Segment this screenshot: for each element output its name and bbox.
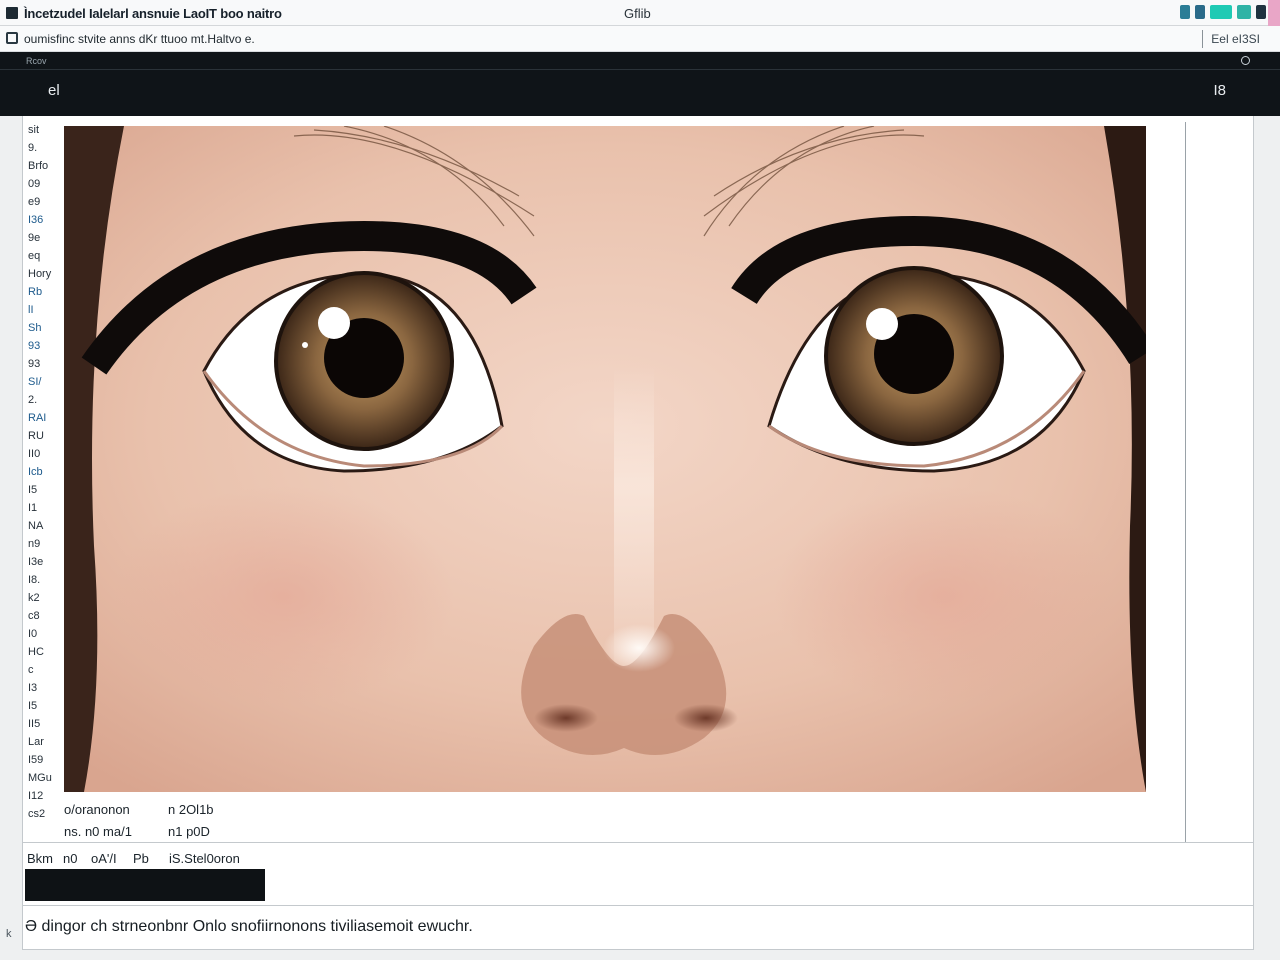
info-row2-right: n1 p0D: [168, 824, 210, 839]
ruler-label: I0: [28, 628, 38, 640]
ruler-label: RU: [28, 430, 44, 442]
primary-action-button[interactable]: [25, 869, 265, 901]
lower-label-2: n0: [63, 851, 78, 866]
right-guide-line: [1185, 122, 1186, 842]
ruler-label: Lar: [28, 736, 44, 748]
ruler-label: sit: [28, 124, 39, 136]
toolbar-divider: [0, 69, 1280, 70]
ruler-label: Hory: [28, 268, 52, 280]
toolbar-right-label[interactable]: I8: [1213, 82, 1226, 99]
share-icon[interactable]: [1210, 5, 1232, 19]
ruler-label: Rb: [28, 286, 43, 298]
window-controls: [1180, 5, 1266, 19]
status-text: Ә dingor ch strneonbnr Onlo snofiirnonon…: [25, 918, 473, 935]
restore-icon[interactable]: [1195, 5, 1205, 19]
edge-accent: [1268, 0, 1280, 26]
ruler-label: I3e: [28, 556, 44, 568]
ruler-label: SI/: [28, 376, 42, 388]
ruler-label: k2: [28, 592, 40, 604]
ruler-label: lI: [28, 304, 34, 316]
ruler-label: I5: [28, 700, 38, 712]
ruler-label: cs2: [28, 808, 46, 820]
ruler-label: RAI: [28, 412, 47, 424]
close-icon[interactable]: [1256, 5, 1266, 19]
ruler-label: eq: [28, 250, 41, 262]
ruler-label: Icb: [28, 466, 43, 478]
face-illustration: [64, 126, 1146, 792]
ruler-label: e9: [28, 196, 41, 208]
ruler-label: I1: [28, 502, 38, 514]
info-row1-left: o/oranonon: [64, 802, 130, 817]
ruler-label: Brfo: [28, 160, 49, 172]
window-title: Ìncetzudel Ialelarl ansnuie LaoIT boo na…: [24, 6, 282, 21]
ruler-label: I5: [28, 484, 38, 496]
minimize-icon[interactable]: [1180, 5, 1190, 19]
ruler-label: I12: [28, 790, 44, 802]
ruler-label: II0: [28, 448, 41, 460]
ruler-label: 9.: [28, 142, 38, 154]
info-row2-left: ns. n0 ma/1: [64, 824, 132, 839]
lower-toolbar: Bkm n0 oA'/I Pb iS.Stel0oron: [22, 842, 1254, 906]
lower-label-1: Bkm: [27, 851, 53, 866]
ruler-label: 9e: [28, 232, 41, 244]
lower-label-4: Pb: [133, 851, 149, 866]
ruler-label: I3: [28, 682, 38, 694]
ruler-label: MGu: [28, 772, 52, 784]
path-right-label[interactable]: Eel eI3SI: [1202, 30, 1266, 48]
side-handle-icon[interactable]: k: [6, 928, 12, 940]
center-title: Gflib: [624, 6, 651, 21]
title-bar: Ìncetzudel Ialelarl ansnuie LaoIT boo na…: [0, 0, 1280, 26]
lower-label-5: iS.Stel0oron: [169, 851, 240, 866]
app-icon: [6, 7, 18, 19]
settings-dot-icon[interactable]: [1241, 56, 1250, 65]
ruler-label: II5: [28, 718, 41, 730]
ruler-label: 93: [28, 358, 41, 370]
toolbar-small-label: Rcov: [26, 56, 47, 66]
maximize-icon[interactable]: [1237, 5, 1251, 19]
ruler-label: HC: [28, 646, 44, 658]
path-bar: oumisfinc stvite anns dKr ttuoo mt.Haltv…: [0, 26, 1280, 52]
image-viewport[interactable]: [64, 126, 1146, 792]
toolbar: Rcov el I8: [0, 52, 1280, 116]
ruler-label: n9: [28, 538, 41, 550]
ruler-label: I59: [28, 754, 44, 766]
ruler-label: I36: [28, 214, 44, 226]
ruler-label: 2.: [28, 394, 38, 406]
toolbar-left-label[interactable]: el: [48, 82, 60, 99]
file-path[interactable]: oumisfinc stvite anns dKr ttuoo mt.Haltv…: [24, 32, 255, 46]
ruler-label: 09: [28, 178, 41, 190]
lower-label-3: oA'/I: [91, 851, 117, 866]
vertical-ruler: sit 9. Brfo 09 e9 I36 9e eq Hory Rb lI Sh 93 93 SI/2. R…: [23, 124, 63, 844]
status-bar: Ә dingor ch strneonbnr Onlo snofiirnonon…: [22, 906, 1254, 950]
ruler-label: c8: [28, 610, 40, 622]
ruler-label: 93: [28, 340, 41, 352]
ruler-label: c: [28, 664, 34, 676]
ruler-label: Sh: [28, 322, 42, 334]
ruler-label: I8.: [28, 574, 41, 586]
ruler-label: NA: [28, 520, 44, 532]
info-row1-right: n 2Ol1b: [168, 802, 214, 817]
document-icon: [6, 32, 18, 44]
